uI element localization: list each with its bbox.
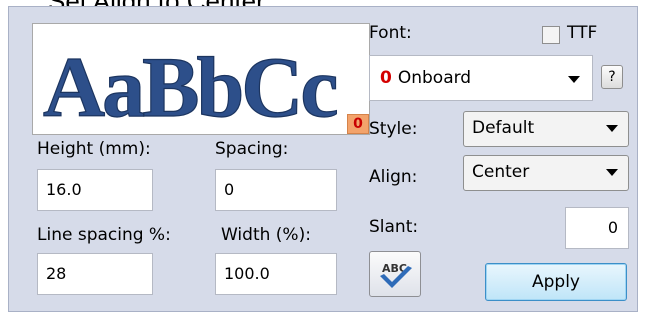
chevron-down-icon (606, 169, 618, 176)
font-preview: AaBbCc 0 (32, 23, 370, 135)
style-label: Style: (369, 119, 418, 139)
apply-button[interactable]: Apply (485, 263, 627, 301)
align-dropdown-value: Center (472, 162, 530, 182)
font-select[interactable]: 0 Onboard (369, 55, 593, 101)
chevron-down-icon (606, 125, 618, 132)
line-spacing-label: Line spacing %: (37, 225, 171, 245)
font-select-value: Onboard (397, 68, 472, 88)
align-label: Align: (369, 167, 418, 187)
preview-sample-text: AaBbCc (42, 38, 341, 135)
width-input[interactable]: 100.0 (215, 253, 337, 295)
width-label: Width (%): (221, 225, 311, 245)
align-dropdown[interactable]: Center (463, 155, 629, 191)
line-spacing-input[interactable]: 28 (37, 253, 153, 295)
height-label: Height (mm): (37, 139, 151, 159)
style-dropdown-value: Default (472, 118, 535, 138)
style-dropdown[interactable]: Default (463, 111, 629, 147)
font-help-button[interactable]: ? (601, 65, 623, 89)
preview-badge: 0 (347, 114, 369, 134)
spacing-label: Spacing: (215, 139, 289, 159)
slant-label: Slant: (369, 217, 419, 237)
abc-spellcheck-icon: ABC (380, 262, 412, 288)
spacing-input[interactable]: 0 (215, 169, 337, 211)
height-input[interactable]: 16.0 (37, 169, 153, 211)
font-indicator: 0 (380, 68, 392, 88)
ttf-label: TTF (567, 23, 598, 43)
ttf-checkbox[interactable] (542, 26, 560, 44)
svg-text:AaBbCc: AaBbCc (43, 39, 337, 135)
lettering-panel: AaBbCc 0 Height (mm): 16.0 Spacing: 0 Li… (8, 6, 638, 312)
chevron-down-icon (568, 76, 580, 83)
slant-input[interactable]: 0 (565, 207, 629, 249)
font-label: Font: (369, 23, 412, 43)
spellcheck-button[interactable]: ABC (369, 251, 421, 297)
